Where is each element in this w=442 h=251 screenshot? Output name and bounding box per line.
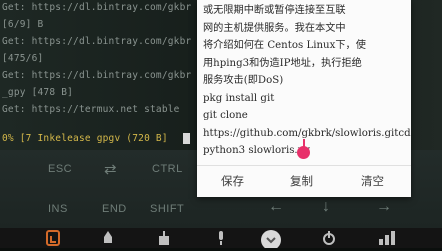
arrow-left-key[interactable]: ← — [268, 198, 285, 216]
ins-key[interactable]: INS — [48, 203, 68, 215]
terminal-line: _gpy [478 B] — [2, 87, 74, 98]
terminal-line: [475/6] — [2, 53, 44, 64]
esc-key[interactable]: ESC — [48, 163, 72, 175]
terminal-progress-line: 0% [7 Inkelease gpgv (720 B] — [2, 133, 168, 144]
terminal-cursor — [183, 133, 190, 144]
end-key[interactable]: END — [102, 203, 127, 215]
rocket-icon[interactable] — [102, 230, 114, 249]
terminal-line: Get: https://dl.bintray.com/gkbr — [2, 36, 192, 47]
signal-icon[interactable] — [378, 230, 396, 249]
shift-key[interactable]: SHIFT — [150, 203, 184, 215]
power-icon[interactable] — [322, 230, 336, 249]
terminal-line: Get: https://termux.net stable — [2, 104, 180, 115]
bottom-nav-bar — [0, 228, 442, 250]
arrow-right-key[interactable]: → — [376, 198, 393, 216]
tab-key[interactable]: ⇄ — [104, 160, 117, 178]
terminal-line: [6/9] B — [2, 19, 44, 30]
clear-button[interactable]: 清空 — [361, 173, 384, 189]
download-icon[interactable] — [158, 230, 170, 249]
clipboard-text[interactable]: 或无限期中断或暂停连接至互联 网的主机提供服务。我在本文中 将介绍如何在 Cen… — [203, 2, 411, 160]
file-icon[interactable] — [46, 230, 60, 249]
terminal-line: Get: https://dl.bintray.com/gkbr — [2, 2, 192, 13]
popup-divider — [197, 165, 411, 166]
copy-button[interactable]: 复制 — [290, 173, 313, 189]
save-button[interactable]: 保存 — [221, 173, 244, 189]
terminal-line: Get: https://dl.bintray.com/gkbr — [2, 70, 192, 81]
arrow-down-key[interactable]: ↓ — [322, 198, 331, 216]
ctrl-key[interactable]: CTRL — [152, 163, 183, 175]
text-selection-handle[interactable] — [297, 146, 310, 159]
mic-icon[interactable] — [216, 230, 226, 249]
clipboard-popup: 或无限期中断或暂停连接至互联 网的主机提供服务。我在本文中 将介绍如何在 Cen… — [197, 0, 411, 197]
